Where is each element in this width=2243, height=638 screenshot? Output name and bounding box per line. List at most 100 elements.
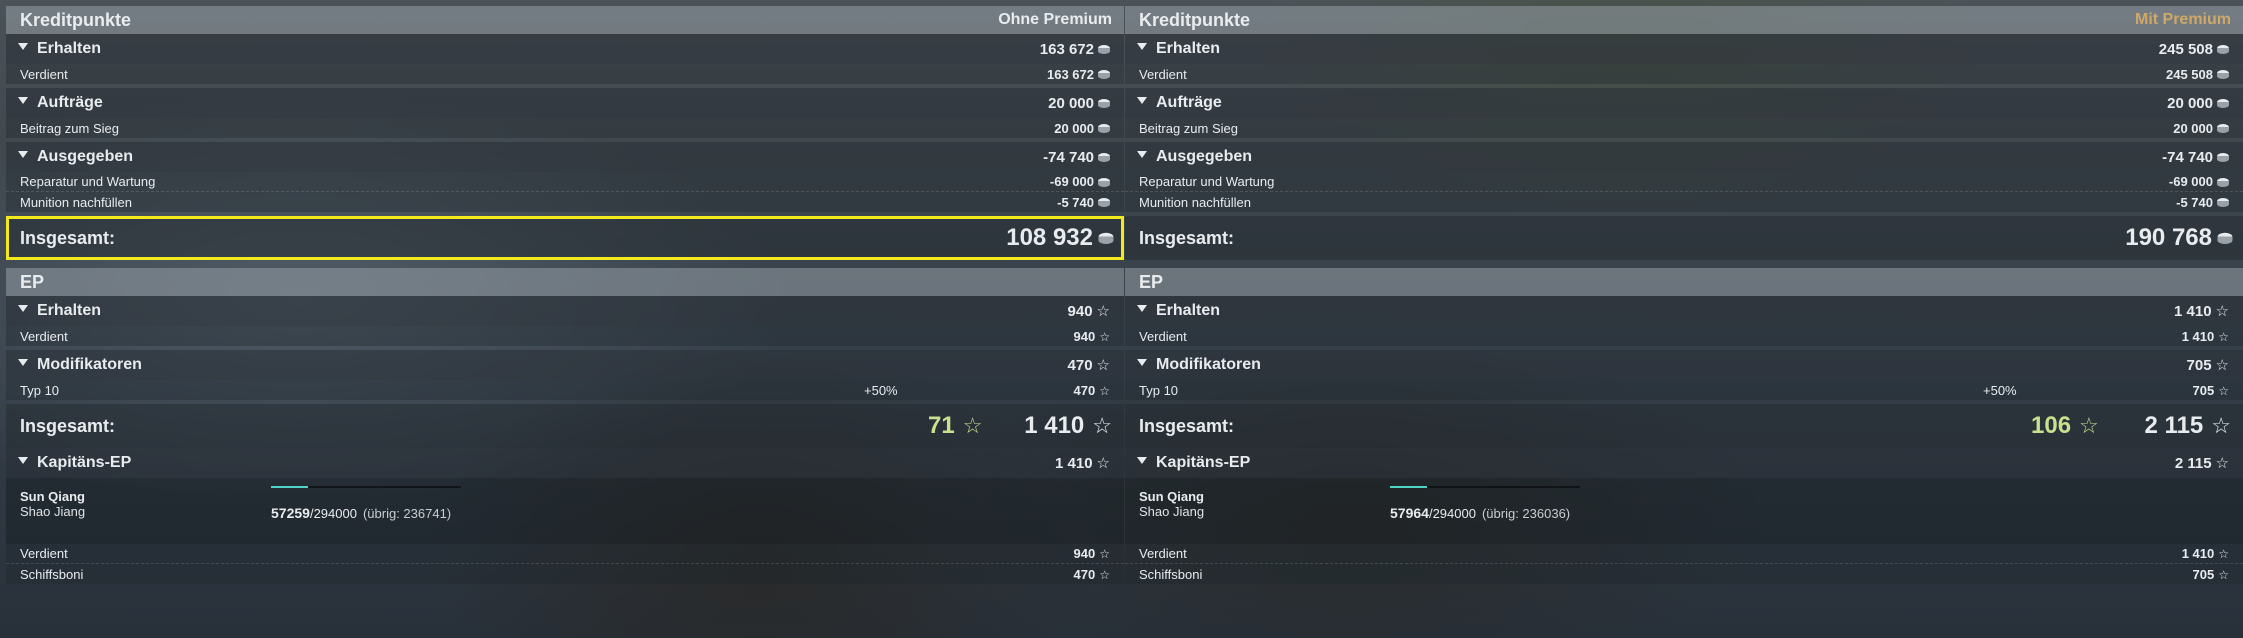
captain-xp-group[interactable]: Kapitäns-EP 1 410 ☆ [6,448,1124,478]
star-icon: ☆ [2215,357,2229,374]
total-label: Insgesamt: [1139,415,1235,436]
star-icon: ☆ [1099,329,1110,344]
credits-orders-group[interactable]: Aufträge 20 000 [1125,88,2243,118]
credits-earned-group[interactable]: Erhalten 245 508 [1125,34,2243,64]
star-icon: ☆ [2218,567,2229,582]
credits-spent-group[interactable]: Ausgegeben -74 740 [6,142,1124,172]
list-item: Munition nachfüllen -5 740 [1125,192,2243,212]
captain-rank: Shao Jiang [1139,504,1205,519]
triangle-down-icon[interactable] [1137,305,1147,313]
battle-results-economy: Kreditpunkte Ohne Premium Erhalten 163 6… [0,0,2243,638]
credit-coin-icon [2217,124,2229,134]
group-label: Erhalten [1156,302,1221,319]
list-item: Beitrag zum Sieg 20 000 [6,118,1124,138]
credits-spent-group[interactable]: Ausgegeben -74 740 [1125,142,2243,172]
ep-header: EP [6,268,1124,296]
star-icon: ☆ [1096,303,1110,320]
credit-coin-icon [1098,124,1110,134]
captain-card: Sun Qiang Shao Jiang 57964/294000 (übrig:… [1125,478,2243,544]
triangle-down-icon[interactable] [18,359,28,367]
triangle-down-icon[interactable] [18,151,28,159]
credits-orders-group[interactable]: Aufträge 20 000 [6,88,1124,118]
item-value: 470 [1073,382,1096,398]
item-value: 705 [2192,566,2215,582]
free-xp: 71 ☆ [928,412,982,440]
group-value: 163 672 [1039,40,1094,58]
premium-tag: Ohne Premium [998,11,1112,28]
triangle-down-icon[interactable] [18,43,28,51]
modifier-percent: +50% [1983,382,2017,398]
star-icon: ☆ [2215,455,2229,472]
star-icon: ☆ [1099,547,1110,561]
xp-max: 294000 [1432,506,1476,521]
list-item: Verdient 1 410 ☆ [1125,544,2243,564]
star-icon: ☆ [1092,413,1112,438]
triangle-down-icon[interactable] [1137,43,1147,51]
credit-coin-icon [1098,44,1110,55]
free-xp-value: 106 [2031,412,2072,439]
total-value: 1 410 [1024,412,1085,439]
credit-coin-icon [2217,198,2229,208]
triangle-down-icon[interactable] [18,305,28,313]
list-item: Typ 10 +50% 470 ☆ [6,380,1124,400]
total-value: 2 115 [2144,412,2204,439]
list-item: Reparatur und Wartung -69 000 [1125,172,2243,192]
ep-earned-group[interactable]: Erhalten 940 ☆ [6,296,1124,326]
list-item: Verdient 163 672 [6,64,1124,84]
credit-coin-icon [1098,198,1110,208]
captain-card: Sun Qiang Shao Jiang 57259/294000 (übrig:… [6,478,1124,544]
group-label: Erhalten [37,302,102,319]
triangle-down-icon[interactable] [1137,97,1147,105]
group-label: Kapitäns-EP [37,454,132,471]
list-item: Verdient 940 ☆ [6,544,1124,564]
ep-earned-group[interactable]: Erhalten 1 410 ☆ [1125,296,2243,326]
item-label: Schiffsboni [1139,566,1203,582]
credits-header: Kreditpunkte Ohne Premium [6,6,1124,34]
list-item: Verdient 940 ☆ [6,326,1124,346]
triangle-down-icon[interactable] [18,457,28,465]
group-label: Ausgegeben [1156,148,1253,165]
triangle-down-icon[interactable] [1137,151,1147,159]
captain-xp-group[interactable]: Kapitäns-EP 2 115 ☆ [1125,448,2243,478]
panel-without-premium: Kreditpunkte Ohne Premium Erhalten 163 6… [6,6,1124,584]
group-label: Aufträge [37,94,103,111]
item-value: 20 000 [2173,120,2213,136]
triangle-down-icon[interactable] [1137,457,1147,465]
star-icon: ☆ [1099,383,1110,398]
total-value: 190 768 [2125,224,2212,251]
credit-coin-icon [1098,177,1110,188]
item-label: Beitrag zum Sieg [20,120,119,136]
captain-xp-progress-bar [271,486,461,488]
triangle-down-icon[interactable] [18,97,28,105]
item-label: Verdient [20,66,68,82]
total-label: Insgesamt: [20,227,116,248]
item-label: Typ 10 [1139,382,1179,398]
item-label: Verdient [1139,66,1187,82]
credits-title: Kreditpunkte [1139,9,1251,30]
xp-rest: (übrig: 236036) [1481,506,1571,521]
item-value: 20 000 [1054,120,1094,136]
xp-current: 57964 [1390,505,1429,521]
captain-xp-readout: 57964/294000 (übrig: 236036) [1390,505,1571,521]
credit-coin-icon [2217,177,2229,188]
star-icon: ☆ [1099,567,1110,582]
group-value: 245 508 [2158,40,2213,58]
star-icon: ☆ [962,413,983,438]
panel-with-premium: Kreditpunkte Mit Premium Erhalten 245 50… [1125,6,2243,584]
xp-max: 294000 [313,506,357,521]
star-icon: ☆ [2218,547,2229,561]
ep-modifiers-group[interactable]: Modifikatoren 470 ☆ [6,350,1124,380]
group-value: 940 [1067,303,1093,320]
ep-title: EP [1139,271,1164,292]
triangle-down-icon[interactable] [1137,359,1147,367]
ep-total: Insgesamt: 71 ☆ 1 410 ☆ [6,404,1124,448]
list-item: Verdient 1 410 ☆ [1125,326,2243,346]
credits-earned-group[interactable]: Erhalten 163 672 [6,34,1124,64]
credit-coin-icon [2217,232,2233,245]
ep-modifiers-group[interactable]: Modifikatoren 705 ☆ [1125,350,2243,380]
captain-name: Sun Qiang [20,489,85,504]
item-label: Verdient [20,546,68,561]
free-xp: 106 ☆ [2031,412,2099,440]
star-icon: ☆ [2218,383,2229,398]
item-value: 705 [2192,382,2215,398]
